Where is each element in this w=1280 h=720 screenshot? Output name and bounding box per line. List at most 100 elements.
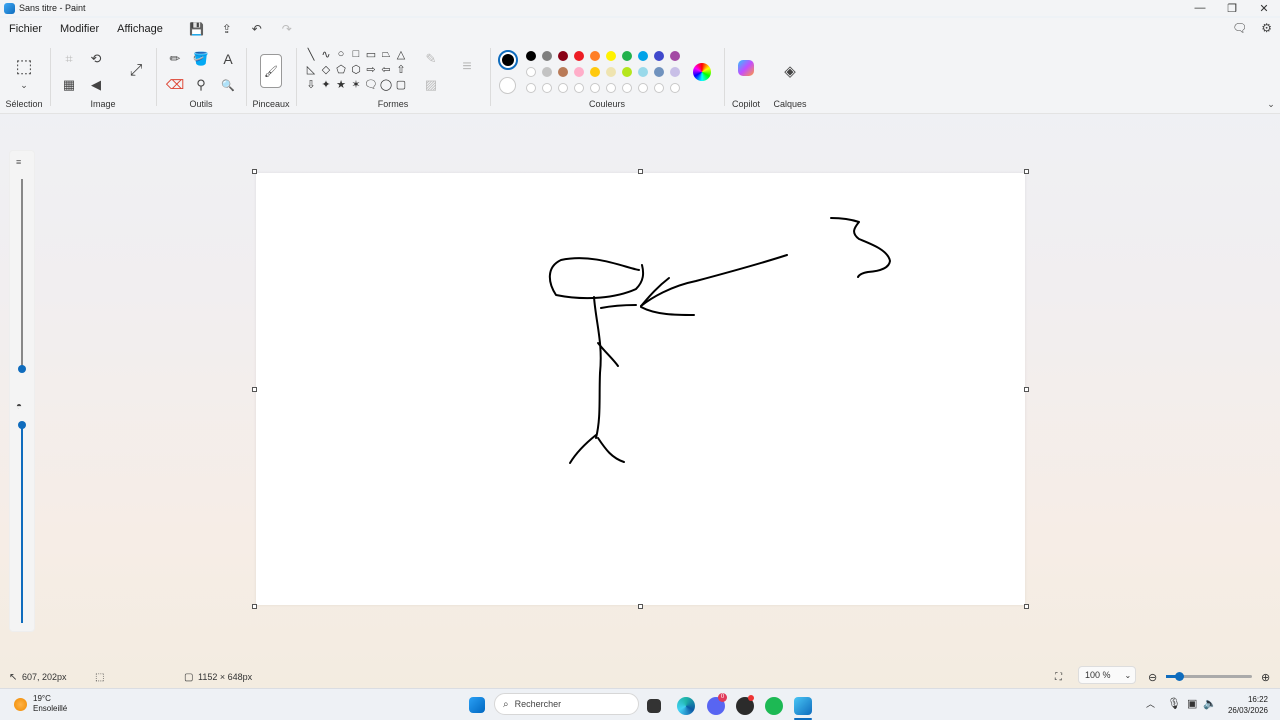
spotify-icon[interactable] [765,697,783,715]
resize-handle[interactable] [1024,169,1029,174]
color-swatch[interactable] [590,67,600,77]
shape-item[interactable]: ⇧ [394,63,408,76]
shape-item[interactable]: ◯ [379,78,393,91]
menu-fichier[interactable]: Fichier [0,23,51,35]
color-swatch[interactable] [526,83,536,93]
secondary-color-swatch[interactable] [499,77,516,94]
shape-item[interactable]: ⇩ [304,78,318,91]
shape-item[interactable]: △ [394,48,408,61]
shape-item[interactable]: ✦ [319,78,333,91]
zoom-icon[interactable]: 🔍 [219,76,237,94]
resize-handle[interactable] [252,604,257,609]
shape-item[interactable]: ◇ [319,63,333,76]
image-tools-icon[interactable]: ▦ [60,76,78,94]
clock[interactable]: 16:22 26/03/2026 [1222,694,1268,716]
shape-item[interactable]: ★ [334,78,348,91]
color-swatch[interactable] [606,67,616,77]
ribbon-collapse-icon[interactable]: ⌄ [1262,95,1280,113]
zoom-slider-thumb[interactable] [1175,672,1184,681]
resize-handle[interactable] [638,169,643,174]
color-swatch[interactable] [606,51,616,61]
shape-outline-icon[interactable]: ✎ [422,50,440,68]
zoom-select[interactable]: 100 % ⌄ [1078,666,1136,684]
color-swatch[interactable] [622,83,632,93]
resize-icon[interactable]: ⤢ [127,62,145,80]
menu-affichage[interactable]: Affichage [108,23,172,35]
shape-item[interactable]: □ [349,48,363,60]
color-swatch[interactable] [590,51,600,61]
primary-color-swatch[interactable] [498,50,518,70]
undo-icon[interactable]: ↶ [242,22,272,36]
chevron-up-icon[interactable]: ︿ [1146,697,1155,710]
color-swatch[interactable] [574,83,584,93]
drawing-canvas[interactable] [256,173,1025,605]
shape-item[interactable]: ⬠ [334,63,348,76]
shape-item[interactable]: ⇨ [364,63,378,76]
shape-item[interactable]: ◺ [304,63,318,76]
color-swatch[interactable] [654,67,664,77]
color-swatch[interactable] [670,83,680,93]
paint-taskbar-icon[interactable] [794,697,812,715]
color-swatch[interactable] [558,67,568,77]
color-swatch[interactable] [606,83,616,93]
shape-item[interactable]: ✶ [349,78,363,91]
eraser-icon[interactable]: ⌫ [166,76,184,94]
network-icon[interactable]: ▣ [1187,697,1197,710]
color-swatch[interactable] [654,51,664,61]
size-slider-track[interactable] [21,179,23,369]
shape-item[interactable]: ⏢ [379,48,393,61]
maximize-button[interactable]: ❐ [1216,0,1248,16]
color-swatch[interactable] [574,67,584,77]
shape-item[interactable]: ∿ [319,48,333,61]
shape-item[interactable]: ⬡ [349,63,363,76]
zoom-out-icon[interactable]: ⊖ [1148,671,1157,684]
settings-icon[interactable]: ⚙ [1261,21,1272,35]
shape-item[interactable]: ▭ [364,48,378,61]
color-swatch[interactable] [670,51,680,61]
pencil-icon[interactable]: ✏ [166,50,184,68]
color-swatch[interactable] [590,83,600,93]
color-swatch[interactable] [638,67,648,77]
color-swatch[interactable] [638,83,648,93]
edge-icon[interactable] [677,697,695,715]
color-swatch[interactable] [526,51,536,61]
feedback-icon[interactable]: 🗨 [1232,21,1247,35]
size-slider-thumb[interactable] [18,365,26,373]
microphone-icon[interactable]: 🎙 [1167,697,1181,710]
opacity-slider-track[interactable] [21,423,23,623]
select-icon[interactable]: ⬚ [15,56,33,76]
resize-handle[interactable] [1024,386,1029,392]
color-swatch[interactable] [542,51,552,61]
copilot-icon[interactable] [738,60,754,76]
zoom-in-icon[interactable]: ⊕ [1261,671,1270,684]
color-swatch[interactable] [526,67,536,77]
menu-modifier[interactable]: Modifier [51,23,108,35]
shape-item[interactable]: ▢ [394,78,408,91]
resize-handle[interactable] [638,604,643,609]
color-swatch[interactable] [542,67,552,77]
color-swatch[interactable] [670,67,680,77]
close-button[interactable]: ✕ [1248,0,1280,16]
shape-item[interactable]: ╲ [304,48,318,61]
fit-window-icon[interactable]: ⛶ [1055,672,1062,683]
text-icon[interactable]: A [219,50,237,68]
color-swatch[interactable] [574,51,584,61]
color-picker-icon[interactable]: ⚲ [192,76,210,94]
color-swatch[interactable] [638,51,648,61]
resize-handle[interactable] [252,169,257,174]
volume-icon[interactable]: 🔈 [1203,697,1217,710]
weather-sun-icon[interactable] [14,698,27,711]
crop-icon[interactable]: ⌗ [60,50,78,68]
share-icon[interactable]: ⇪ [212,22,242,36]
flip-icon[interactable]: ◀ [87,76,105,94]
shape-fill-icon[interactable]: ▨ [422,76,440,94]
save-icon[interactable]: 💾 [182,22,212,36]
rotate-icon[interactable]: ⟲ [87,50,105,68]
color-swatch[interactable] [558,83,568,93]
color-swatch[interactable] [654,83,664,93]
taskbar-search[interactable]: ⌕ Rechercher [494,693,639,715]
fill-icon[interactable]: 🪣 [192,50,210,68]
resize-handle[interactable] [1024,604,1029,609]
color-swatch[interactable] [558,51,568,61]
resize-handle[interactable] [252,386,257,392]
